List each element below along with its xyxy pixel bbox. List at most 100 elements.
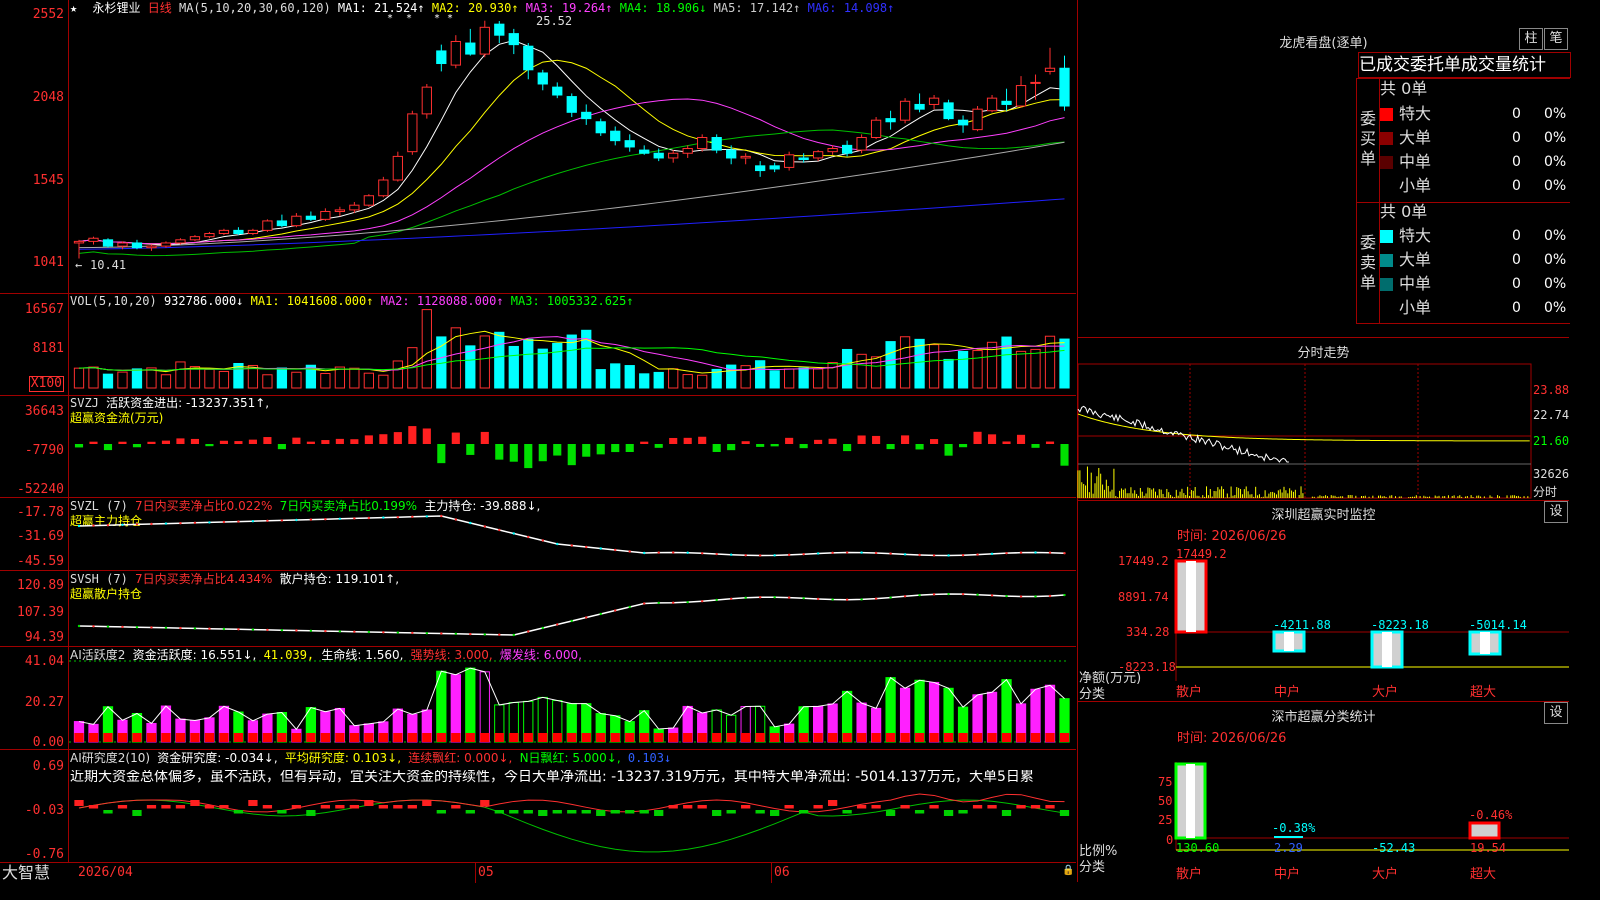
candle-body	[421, 86, 432, 115]
svzj-panel[interactable]: 36643 -7790 -52240 SVZJ 活跃资金进出: -13237.3…	[0, 396, 1076, 498]
activity-base	[451, 733, 461, 742]
holding-point	[338, 630, 342, 633]
ai-research-panel[interactable]: 0.69 -0.03 -0.76 AI研究度2(10) 资金研究度: -0.03…	[0, 750, 1076, 862]
candle-body	[726, 149, 737, 159]
order-count: 0	[1512, 154, 1521, 170]
activity-base	[668, 733, 678, 742]
holding-point	[309, 518, 313, 521]
activity-base	[871, 733, 881, 742]
ai-activity-y-label: 20.27	[24, 695, 64, 710]
holding-point	[889, 596, 892, 599]
research-bar	[233, 810, 244, 814]
holding-point	[643, 551, 646, 555]
fundflow-bar	[987, 434, 997, 444]
order-row: 中单 0 0%	[1380, 150, 1568, 174]
order-row: 特大 0 0%	[1380, 102, 1568, 126]
brand-label[interactable]: 大智慧	[2, 863, 50, 883]
holding-point	[512, 532, 515, 535]
kline-y-label: 1545	[32, 173, 64, 188]
candle-body	[117, 242, 128, 247]
lock-icon[interactable]: 🔒	[1062, 865, 1074, 876]
candlestick-chart: * * * *	[73, 13, 1070, 259]
research-bar	[856, 805, 867, 809]
sz-monitor-panel[interactable]: 深圳超赢实时监控 设 时间: 2026/06/26 17449.2 8891.7…	[1077, 501, 1569, 702]
volume-panel[interactable]: 16567 8181 X100 VOL(5,10,20) 932786.000↓…	[0, 294, 1076, 396]
candle-body	[247, 229, 259, 235]
ai-activity-panel[interactable]: 41.04 20.27 0.00 AI活跃度2 资金活跃度: 16.551↓, …	[0, 647, 1076, 750]
activity-bar	[914, 679, 925, 743]
research-bar	[175, 805, 186, 809]
research-bar	[248, 800, 258, 806]
activity-base	[726, 733, 736, 742]
candle-body	[784, 154, 795, 168]
holding-point	[700, 599, 704, 603]
fundflow-bar	[263, 437, 272, 444]
holding-point	[990, 594, 994, 597]
sz-value-label: -5014.14	[1469, 618, 1527, 632]
holding-point	[556, 623, 559, 626]
order-row: 中单 0 0%	[1380, 272, 1568, 296]
candle-body	[465, 42, 476, 55]
holding-point	[1063, 593, 1066, 597]
research-bar	[509, 810, 519, 814]
order-row: 特大 0 0%	[1380, 224, 1568, 248]
tick-view-button[interactable]: 笔	[1544, 28, 1568, 50]
holding-point	[614, 548, 617, 552]
fundflow-bar	[698, 436, 707, 444]
column-view-button[interactable]: 柱	[1519, 28, 1543, 50]
volume-bar	[320, 372, 331, 389]
svzl-y-label: -17.78	[17, 505, 64, 520]
fundflow-bar	[930, 439, 939, 444]
holding-point	[469, 521, 472, 525]
candle-body	[943, 102, 954, 120]
research-bar	[755, 810, 765, 814]
timeline-month-05: 05	[475, 863, 494, 883]
holding-point	[309, 629, 313, 632]
volume-bar	[523, 338, 534, 389]
research-bar	[842, 810, 852, 814]
candle-body	[653, 152, 664, 159]
sz-category-panel[interactable]: 深市超赢分类统计 设 时间: 2026/06/26 75 50 25 0 比例%…	[1077, 702, 1569, 882]
fundflow-bar	[625, 444, 634, 453]
fl-category: 散户	[1176, 866, 1202, 882]
ai-research-chart	[74, 793, 1070, 853]
candle-body	[595, 121, 606, 134]
candle-body	[189, 236, 201, 241]
research-bar	[683, 805, 693, 809]
research-bar	[1030, 805, 1041, 809]
order-stat-tabs[interactable]: 已成交委托单成交量统计	[1358, 52, 1571, 78]
kline-panel[interactable]: 2552 2048 1545 1041 ★ 永杉锂业 日线 MA(5,10,20…	[0, 0, 1076, 294]
holding-point	[947, 554, 950, 557]
kline-y-label: 2552	[32, 7, 64, 22]
volume-bar	[697, 374, 708, 389]
svsh-panel[interactable]: 120.89 107.39 94.39 SVSH (7) 7日内买卖净占比4.4…	[0, 571, 1076, 647]
candle-body	[798, 157, 809, 161]
research-bar	[726, 810, 736, 814]
fundflow-bar	[321, 440, 330, 444]
intraday-panel[interactable]: 分时走势 23.88 22.74 21.60 32626 分时	[1077, 338, 1569, 501]
kline-y-label: 1041	[32, 255, 64, 270]
volume-bar	[610, 363, 621, 389]
fl-category: 大户	[1372, 866, 1398, 882]
holding-point	[932, 593, 936, 596]
kline-y-axis: 2552 2048 1545 1041	[0, 0, 69, 293]
research-bar	[146, 805, 157, 809]
fundflow-bar	[712, 444, 721, 452]
holding-point	[498, 528, 501, 532]
order-count: 0	[1512, 300, 1521, 316]
research-bar	[349, 805, 359, 809]
fundflow-bar	[379, 434, 388, 444]
volume-bar	[262, 374, 273, 389]
research-bar	[871, 805, 881, 809]
research-bar	[885, 810, 896, 816]
svzl-panel[interactable]: -17.78 -31.69 -45.59 SVZL (7) 7日内买卖净占比0.…	[0, 498, 1076, 571]
activity-base	[799, 733, 809, 742]
holding-point	[440, 514, 443, 518]
holding-point	[251, 628, 255, 631]
holding-point	[961, 592, 965, 596]
holding-point	[1048, 594, 1052, 598]
holding-point	[483, 633, 486, 636]
fl-category: 中户	[1274, 866, 1300, 882]
activity-base	[1016, 733, 1026, 742]
fl-top-label: -0.38%	[1272, 821, 1316, 835]
